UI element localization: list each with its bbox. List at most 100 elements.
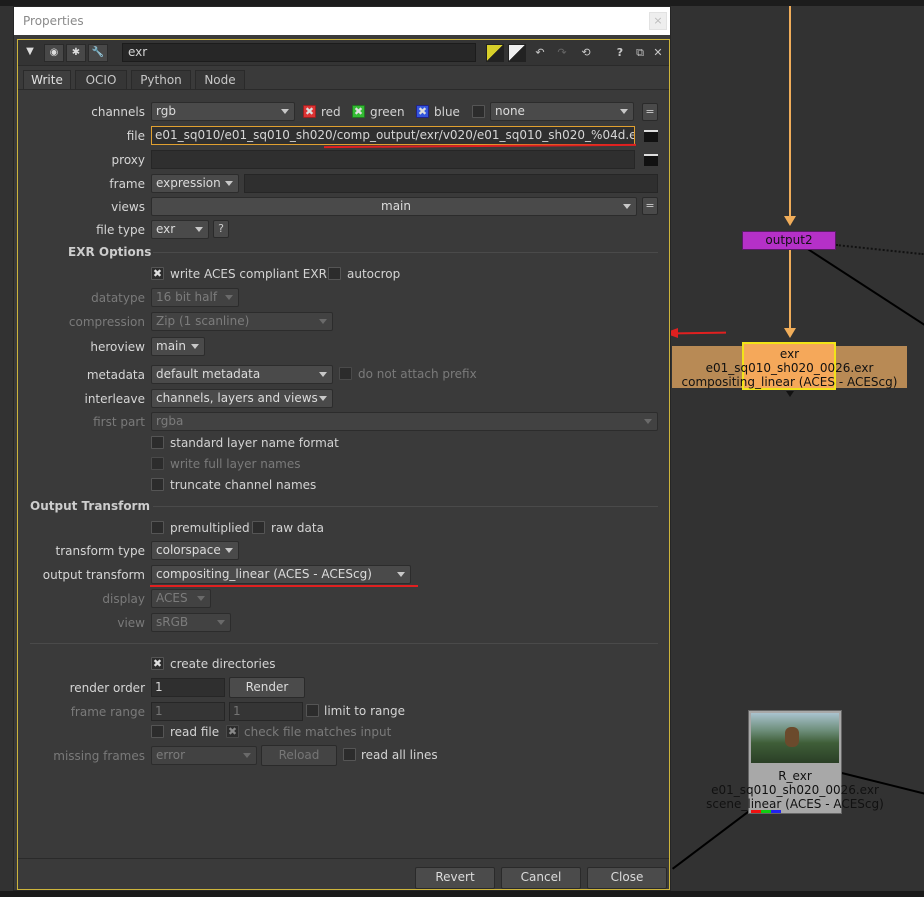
read-all-lines-checkbox[interactable] <box>343 748 356 761</box>
output-transform-dropdown[interactable]: compositing_linear (ACES - ACEScg) <box>151 565 411 584</box>
tab-python[interactable]: Python <box>131 70 191 89</box>
file-path-input[interactable]: e01_sq010/e01_sq010_sh020/comp_output/ex… <box>151 126 635 145</box>
views-eq-button[interactable]: = <box>642 197 658 215</box>
frame-expression-input[interactable] <box>244 174 658 193</box>
view-value: sRGB <box>156 615 189 629</box>
datatype-dropdown: 16 bit half <box>151 288 239 307</box>
window-title: Properties <box>23 14 84 28</box>
standard-layer-checkbox[interactable] <box>151 436 164 449</box>
window-close-button[interactable]: × <box>649 12 667 30</box>
node-r-exr-name: R_exr <box>778 769 812 783</box>
channels-value: rgb <box>156 104 176 118</box>
file-browse-folder-icon[interactable] <box>644 130 658 142</box>
annotation-underline-output-transform <box>150 585 418 587</box>
frame-mode-dropdown[interactable]: expression <box>151 174 239 193</box>
render-order-input[interactable]: 1 <box>151 678 225 697</box>
font-color-swatch-icon[interactable] <box>508 44 526 62</box>
pipe-arrow <box>784 328 796 338</box>
annotation-arrow-line <box>675 331 727 335</box>
revert-button[interactable]: Revert <box>415 867 495 889</box>
help-icon[interactable]: ? <box>612 44 628 62</box>
limit-to-range-checkbox[interactable] <box>306 704 319 717</box>
tab-node[interactable]: Node <box>195 70 245 89</box>
transform-type-label: transform type <box>55 544 145 558</box>
channels-dropdown[interactable]: rgb <box>151 102 295 121</box>
display-label: display <box>102 592 145 606</box>
file-label: file <box>126 129 145 143</box>
transform-type-dropdown[interactable]: colorspace <box>151 541 239 560</box>
revert-icon[interactable]: ⟲ <box>578 44 594 62</box>
node-thumbnail-image <box>751 713 839 763</box>
properties-window: Properties × ▼ ◉ ✱ 🔧 exr ↶ ↷ ⟲ ? ⧉ ✕ Wri… <box>13 6 671 891</box>
proxy-label: proxy <box>111 153 145 167</box>
render-divider <box>30 643 658 644</box>
check-file-checkbox: ✖ <box>226 725 239 738</box>
green-label: green <box>370 105 405 119</box>
limit-to-range-label: limit to range <box>324 704 405 718</box>
autocrop-checkbox[interactable] <box>328 267 341 280</box>
heroview-dropdown[interactable]: main <box>151 337 205 356</box>
create-directories-checkbox[interactable]: ✖ <box>151 657 164 670</box>
pipe-arrow <box>784 216 796 226</box>
interleave-label: interleave <box>84 392 145 406</box>
close-panel-icon[interactable]: ✕ <box>650 44 666 62</box>
node-output-arrow <box>786 391 794 397</box>
float-icon[interactable]: ⧉ <box>632 44 648 62</box>
frame-range-to-input: 1 <box>229 702 303 721</box>
proxy-browse-folder-icon[interactable] <box>644 154 658 166</box>
datatype-label: datatype <box>91 291 145 305</box>
cancel-button[interactable]: Cancel <box>501 867 581 889</box>
undo-icon[interactable]: ↶ <box>532 44 548 62</box>
read-file-label: read file <box>170 725 220 739</box>
channels-label: channels <box>91 105 145 119</box>
extra-channel-dropdown[interactable]: none <box>490 102 634 121</box>
collapse-icon[interactable]: ▼ <box>20 44 40 62</box>
read-file-checkbox[interactable] <box>151 725 164 738</box>
first-part-value: rgba <box>156 414 184 428</box>
standard-layer-label: standard layer name format <box>170 436 339 450</box>
channels-eq-button[interactable]: = <box>642 103 658 121</box>
views-dropdown[interactable]: main <box>151 197 637 216</box>
node-color-icon[interactable]: ✱ <box>66 44 86 62</box>
reload-button: Reload <box>261 745 337 766</box>
node-exr-file: e01_sq010_sh020_0026.exr <box>705 361 874 375</box>
write-aces-checkbox[interactable]: ✖ <box>151 267 164 280</box>
wrench-icon[interactable]: 🔧 <box>88 44 108 62</box>
frame-range-label: frame range <box>70 705 145 719</box>
red-channel-checkbox[interactable]: ✖ <box>303 105 316 118</box>
alpha-channel-checkbox[interactable] <box>472 105 485 118</box>
tab-write[interactable]: Write <box>23 70 71 89</box>
display-dropdown: ACES <box>151 589 211 608</box>
truncate-channel-checkbox[interactable] <box>151 478 164 491</box>
close-button[interactable]: Close <box>587 867 667 889</box>
viewer-icon[interactable]: ◉ <box>44 44 64 62</box>
render-button[interactable]: Render <box>229 677 305 698</box>
metadata-dropdown[interactable]: default metadata <box>151 365 333 384</box>
interleave-dropdown[interactable]: channels, layers and views <box>151 389 333 408</box>
node-exr-name: exr <box>779 347 800 361</box>
file-type-dropdown[interactable]: exr <box>151 220 209 239</box>
do-not-attach-prefix-label: do not attach prefix <box>358 367 477 381</box>
dotted-connection <box>835 244 924 256</box>
tile-color-swatch-icon[interactable] <box>486 44 504 62</box>
compression-value: Zip (1 scanline) <box>156 314 250 328</box>
views-value: main <box>381 199 411 213</box>
window-titlebar[interactable]: Properties × <box>14 7 670 35</box>
blue-channel-checkbox[interactable]: ✖ <box>416 105 429 118</box>
tab-ocio[interactable]: OCIO <box>75 70 127 89</box>
autocrop-label: autocrop <box>347 267 401 281</box>
output-transform-divider <box>153 506 658 507</box>
green-channel-checkbox[interactable]: ✖ <box>352 105 365 118</box>
output-transform-label: output transform <box>42 568 145 582</box>
panel-header: ▼ ◉ ✱ 🔧 exr ↶ ↷ ⟲ ? ⧉ ✕ <box>18 40 669 66</box>
node-name-field[interactable]: exr <box>122 43 476 62</box>
raw-data-checkbox[interactable] <box>252 521 265 534</box>
node-output2[interactable]: output2 <box>742 231 836 250</box>
premultiplied-checkbox[interactable] <box>151 521 164 534</box>
file-type-help-button[interactable]: ? <box>213 220 229 238</box>
redo-icon: ↷ <box>557 46 567 59</box>
premultiplied-label: premultiplied <box>170 521 250 535</box>
extra-channel-value: none <box>495 104 525 118</box>
proxy-path-input[interactable] <box>151 150 635 169</box>
first-part-label: first part <box>93 415 145 429</box>
